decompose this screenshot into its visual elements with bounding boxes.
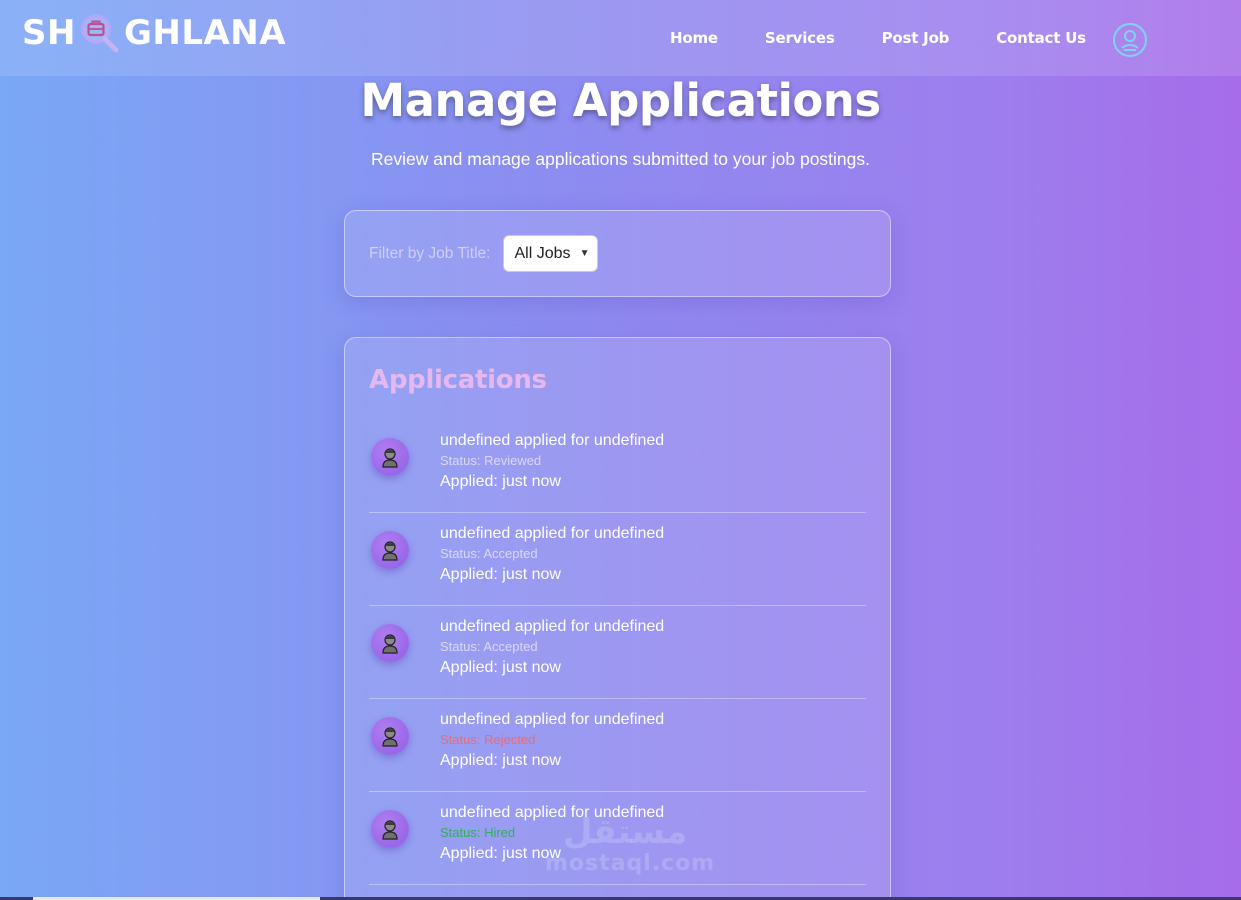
application-item[interactable]: undefined applied for undefined Status: … [369, 699, 866, 792]
nav-home-link[interactable]: Home [670, 29, 718, 47]
logo-text-right: GHLANA [123, 13, 287, 53]
application-item[interactable]: undefined applied for undefined Status: … [369, 420, 866, 513]
application-status: Status: Reviewed [440, 453, 542, 468]
application-details: undefined applied for undefined Status: … [440, 524, 664, 585]
watermark: مستقل mostaql.com [545, 812, 716, 876]
person-icon [382, 634, 398, 654]
application-details: undefined applied for undefined Status: … [440, 431, 664, 492]
applications-title: Applications [369, 365, 547, 395]
application-details: undefined applied for undefined Status: … [440, 617, 664, 678]
applicant-avatar [371, 624, 409, 662]
person-icon [382, 448, 398, 468]
watermark-latin: mostaql.com [545, 851, 716, 876]
application-name: undefined applied for undefined [440, 618, 665, 635]
nav-post-job-link[interactable]: Post Job [882, 29, 950, 47]
page-title: Manage Applications [360, 74, 881, 127]
job-title-filter-select[interactable]: All Jobs ▼ [503, 235, 599, 272]
application-item[interactable]: undefined applied for undefined Status: … [369, 513, 866, 606]
page-subtitle: Review and manage applications submitted… [370, 149, 871, 169]
filter-label: Filter by Job Title: [369, 244, 491, 262]
logo[interactable]: SH GHLANA [22, 12, 286, 54]
magnifier-briefcase-icon [81, 14, 119, 53]
person-icon [382, 820, 398, 840]
applicant-avatar [371, 438, 409, 476]
applicant-avatar [371, 810, 409, 848]
application-date: Applied: just now [440, 473, 561, 490]
applicant-avatar [371, 531, 409, 569]
application-name: undefined applied for undefined [440, 711, 665, 728]
application-name: undefined applied for undefined [440, 525, 665, 542]
application-date: Applied: just now [440, 752, 561, 769]
application-status: Status: Accepted [440, 546, 538, 561]
application-status: Status: Accepted [440, 639, 538, 654]
nav-contact-us-link[interactable]: Contact Us [996, 29, 1086, 47]
logo-text-left: SH [22, 13, 76, 53]
application-date: Applied: just now [440, 566, 561, 583]
application-status: Status: Rejected [440, 732, 536, 747]
person-icon [382, 727, 398, 747]
applicant-avatar [371, 717, 409, 755]
application-details: undefined applied for undefined Status: … [440, 710, 664, 771]
person-icon [382, 541, 398, 561]
nav-links: Home Services Post Job Contact Us [670, 0, 1133, 76]
filter-card: Filter by Job Title: All Jobs ▼ [344, 210, 891, 297]
watermark-arabic: مستقل [562, 812, 688, 852]
navbar: SH GHLANA Home Services Post Job Contact… [0, 0, 1241, 76]
chevron-down-icon: ▼ [579, 248, 590, 259]
application-date: Applied: just now [440, 659, 561, 676]
application-item[interactable]: undefined applied for undefined Status: … [369, 606, 866, 699]
user-profile-icon[interactable] [1112, 22, 1148, 58]
nav-services-link[interactable]: Services [765, 29, 835, 47]
application-name: undefined applied for undefined [440, 432, 665, 449]
filter-selected-value: All Jobs [514, 244, 571, 262]
